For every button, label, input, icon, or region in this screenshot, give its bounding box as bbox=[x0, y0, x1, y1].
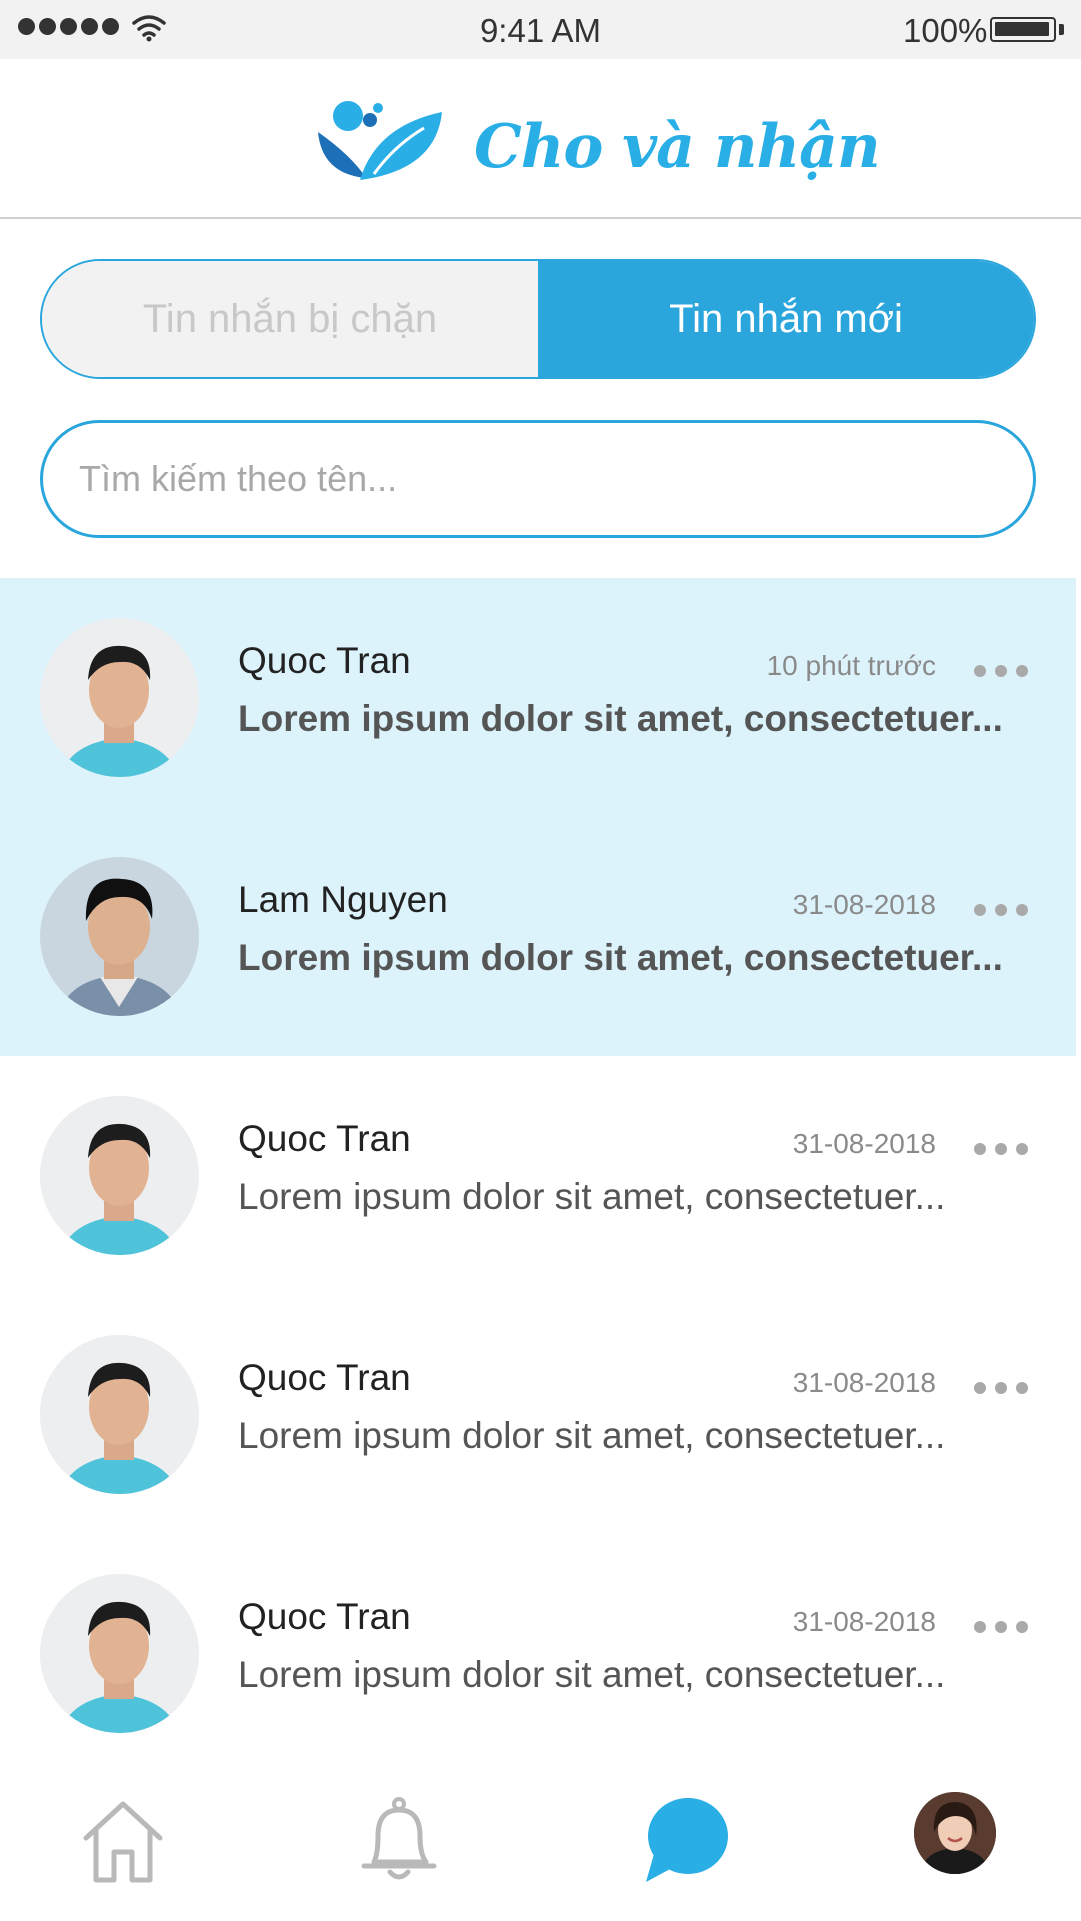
contact-avatar[interactable] bbox=[40, 1574, 199, 1733]
message-row[interactable]: Quoc Tran 10 phút trước Lorem ipsum dolo… bbox=[0, 578, 1076, 817]
contact-name: Quoc Tran bbox=[238, 1596, 411, 1637]
contact-name: Quoc Tran bbox=[238, 640, 411, 681]
home-icon[interactable] bbox=[78, 1796, 168, 1886]
message-row[interactable]: Quoc Tran 31-08-2018 Lorem ipsum dolor s… bbox=[0, 1056, 1076, 1295]
message-preview: Lorem ipsum dolor sit amet, consectetuer… bbox=[238, 1415, 946, 1456]
message-time: 31-08-2018 bbox=[792, 889, 936, 920]
app-logo-icon bbox=[318, 101, 442, 180]
message-time: 31-08-2018 bbox=[792, 1367, 936, 1398]
bell-icon[interactable] bbox=[354, 1796, 444, 1886]
message-preview: Lorem ipsum dolor sit amet, consectetuer… bbox=[238, 937, 1003, 978]
message-tabs: Tin nhắn bị chặn Tin nhắn mới bbox=[40, 259, 1036, 379]
contact-name: Lam Nguyen bbox=[238, 879, 448, 920]
search-box bbox=[40, 420, 1036, 538]
more-options-icon[interactable] bbox=[974, 1620, 1040, 1634]
app-name: Cho và nhận bbox=[474, 112, 881, 182]
message-row[interactable]: Lam Nguyen 31-08-2018 Lorem ipsum dolor … bbox=[0, 817, 1076, 1056]
contact-name: Quoc Tran bbox=[238, 1118, 411, 1159]
message-row[interactable]: Quoc Tran 31-08-2018 Lorem ipsum dolor s… bbox=[0, 1534, 1076, 1773]
message-time: 31-08-2018 bbox=[792, 1128, 936, 1159]
bottom-navigation bbox=[0, 1760, 1081, 1921]
message-row[interactable]: Quoc Tran 31-08-2018 Lorem ipsum dolor s… bbox=[0, 1295, 1076, 1534]
message-preview: Lorem ipsum dolor sit amet, consectetuer… bbox=[238, 1176, 946, 1217]
contact-avatar[interactable] bbox=[40, 1096, 199, 1255]
more-options-icon[interactable] bbox=[974, 1381, 1040, 1395]
message-time: 31-08-2018 bbox=[792, 1606, 936, 1637]
contact-avatar[interactable] bbox=[40, 618, 199, 777]
more-options-icon[interactable] bbox=[974, 1142, 1040, 1156]
tab-new-messages[interactable]: Tin nhắn mới bbox=[538, 261, 1034, 377]
contact-avatar[interactable] bbox=[40, 857, 199, 1016]
battery-percentage: 100% bbox=[903, 12, 988, 49]
battery-icon bbox=[990, 17, 1056, 42]
message-preview: Lorem ipsum dolor sit amet, consectetuer… bbox=[238, 698, 1003, 739]
search-input[interactable] bbox=[79, 423, 979, 535]
tab-blocked-messages[interactable]: Tin nhắn bị chặn bbox=[42, 261, 538, 377]
profile-avatar[interactable] bbox=[914, 1792, 996, 1874]
more-options-icon[interactable] bbox=[974, 903, 1040, 917]
chat-bubble-icon[interactable] bbox=[642, 1796, 732, 1886]
contact-name: Quoc Tran bbox=[238, 1357, 411, 1398]
more-options-icon[interactable] bbox=[974, 664, 1040, 678]
contact-avatar[interactable] bbox=[40, 1335, 199, 1494]
message-preview: Lorem ipsum dolor sit amet, consectetuer… bbox=[238, 1654, 946, 1695]
message-time: 10 phút trước bbox=[766, 650, 936, 681]
